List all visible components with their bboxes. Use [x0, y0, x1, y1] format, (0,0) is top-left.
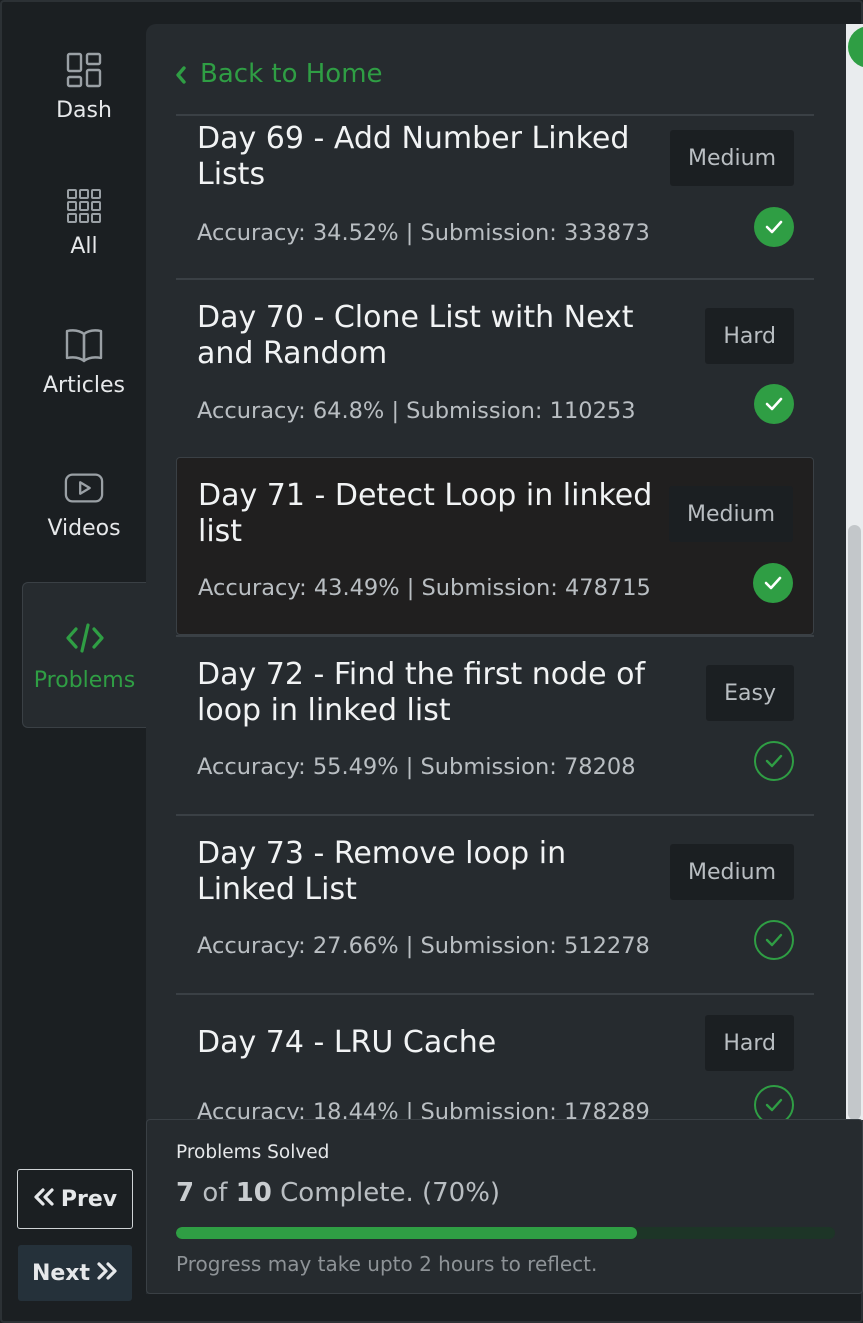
prev-label: Prev [60, 1186, 118, 1212]
problem-row-day-72[interactable]: Day 72 - Find the first node of loop in … [176, 635, 814, 815]
double-chevron-right-icon [96, 1261, 118, 1286]
progress-bar [176, 1227, 835, 1239]
difficulty-badge: Easy [706, 665, 794, 721]
chevron-left-icon [174, 64, 188, 90]
progress-bar-fill [176, 1227, 638, 1239]
sidebar-item-videos[interactable]: Videos [22, 468, 146, 553]
solved-check-icon [754, 384, 794, 424]
unsolved-check-icon [754, 741, 794, 781]
sidebar: Dash All Articles Videos Problems Prev N… [0, 0, 146, 1323]
scrollbar-thumb[interactable] [848, 525, 861, 1120]
dashboard-icon [64, 50, 104, 90]
difficulty-badge: Medium [670, 130, 794, 186]
progress-summary: 7 of 10 Complete. (70%) [176, 1178, 500, 1208]
total-count: 10 [235, 1178, 272, 1208]
progress-label: Problems Solved [176, 1142, 330, 1163]
next-button[interactable]: Next [18, 1245, 132, 1301]
problem-row-day-69[interactable]: Day 69 - Add Number Linked Lists Accurac… [176, 114, 814, 279]
problem-title[interactable]: Day 70 - Clone List with Next and Random [197, 300, 657, 372]
problem-title[interactable]: Day 69 - Add Number Linked Lists [197, 121, 657, 193]
back-to-home-link[interactable]: Back to Home [174, 56, 383, 92]
double-chevron-left-icon [33, 1187, 55, 1212]
grid-icon [64, 186, 104, 226]
problem-stats: Accuracy: 55.49% | Submission: 78208 [197, 754, 636, 780]
sidebar-item-dash[interactable]: Dash [22, 50, 146, 130]
solved-check-icon [753, 563, 793, 603]
problem-stats: Accuracy: 43.49% | Submission: 478715 [198, 575, 651, 601]
difficulty-badge: Medium [670, 844, 794, 900]
sidebar-item-label: Problems [33, 667, 136, 693]
sidebar-item-label: Videos [47, 516, 121, 541]
of-text: of [202, 1178, 228, 1208]
book-icon [64, 325, 104, 365]
problem-row-day-70[interactable]: Day 70 - Clone List with Next and Random… [176, 278, 814, 458]
sidebar-item-label: Dash [56, 98, 112, 123]
solved-check-icon [754, 207, 794, 247]
problem-title[interactable]: Day 72 - Find the first node of loop in … [197, 657, 657, 729]
sidebar-item-label: Articles [42, 373, 126, 398]
solved-count: 7 [176, 1178, 195, 1208]
problem-title[interactable]: Day 71 - Detect Loop in linked list [198, 478, 658, 550]
difficulty-badge: Medium [669, 486, 793, 542]
prev-button[interactable]: Prev [17, 1169, 133, 1229]
unsolved-check-icon [754, 920, 794, 960]
difficulty-badge: Hard [705, 308, 794, 364]
problem-row-day-71[interactable]: Day 71 - Detect Loop in linked list Accu… [176, 457, 814, 635]
sidebar-item-articles[interactable]: Articles [22, 325, 146, 410]
progress-suffix: Complete. (70%) [280, 1178, 501, 1208]
difficulty-badge: Hard [705, 1015, 794, 1071]
problem-stats: Accuracy: 27.66% | Submission: 512278 [197, 933, 650, 959]
video-icon [64, 468, 104, 508]
sidebar-item-problems[interactable]: Problems [22, 582, 146, 728]
problem-stats: Accuracy: 34.52% | Submission: 333873 [197, 220, 650, 246]
sidebar-item-all[interactable]: All [22, 186, 146, 266]
problem-row-day-73[interactable]: Day 73 - Remove loop in Linked List Accu… [176, 814, 814, 994]
problem-title[interactable]: Day 74 - LRU Cache [197, 1025, 657, 1061]
sidebar-item-label: All [70, 234, 98, 259]
progress-note: Progress may take upto 2 hours to reflec… [176, 1252, 598, 1276]
next-label: Next [31, 1260, 91, 1286]
back-label: Back to Home [200, 59, 383, 89]
problem-stats: Accuracy: 64.8% | Submission: 110253 [197, 398, 636, 424]
problem-row-day-74[interactable]: Day 74 - LRU Cache Accuracy: 18.44% | Su… [176, 993, 814, 1125]
progress-panel: Problems Solved 7 of 10 Complete. (70%) … [146, 1119, 863, 1294]
problem-title[interactable]: Day 73 - Remove loop in Linked List [197, 836, 657, 908]
code-icon [65, 618, 105, 658]
